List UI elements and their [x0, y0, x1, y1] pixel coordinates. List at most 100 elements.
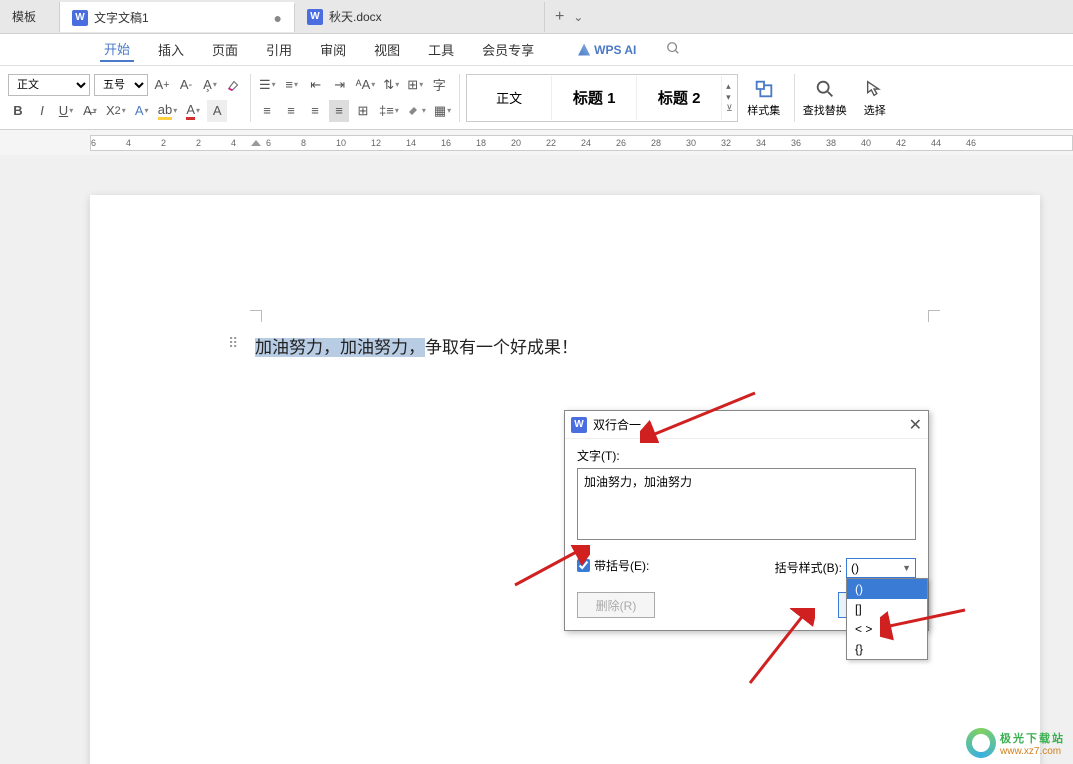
ruler-tick: 32 — [721, 138, 731, 148]
line-spacing-button[interactable]: ⊞▾ — [405, 74, 425, 96]
word-icon: W — [72, 10, 88, 26]
ruler-tick: 28 — [651, 138, 661, 148]
close-button[interactable]: ✕ — [909, 415, 922, 435]
ruler-tick: 4 — [231, 138, 236, 148]
style-heading2[interactable]: 标题 2 — [637, 76, 722, 120]
menu-start[interactable]: 开始 — [100, 37, 134, 62]
paragraph-handle-icon[interactable]: ⠿ — [228, 335, 238, 352]
style-body[interactable]: 正文 — [467, 76, 552, 120]
font-family-select[interactable]: 正文 — [8, 74, 90, 96]
ruler-tick: 4 — [126, 138, 131, 148]
bracket-check-text: 带括号(E): — [594, 557, 649, 574]
styles-label: 样式集 — [747, 102, 780, 118]
align-justify-button[interactable]: ≡ — [329, 100, 349, 122]
find-replace-button[interactable]: 查找替换 — [801, 78, 849, 118]
divider — [459, 74, 460, 122]
bracket-checkbox[interactable] — [577, 559, 590, 572]
font-size-select[interactable]: 五号 — [94, 74, 148, 96]
ribbon-menu: 开始 插入 页面 引用 审阅 视图 工具 会员专享 WPS AI — [0, 34, 1073, 66]
dropdown-option[interactable]: < > — [847, 619, 927, 639]
ruler-tick: 2 — [196, 138, 201, 148]
menu-review[interactable]: 审阅 — [316, 38, 350, 61]
align-center-button[interactable]: ≡ — [281, 100, 301, 122]
search-icon[interactable] — [666, 41, 680, 58]
ruler-tick: 46 — [966, 138, 976, 148]
divider — [794, 74, 795, 122]
shrink-font-button[interactable]: A- — [176, 74, 196, 96]
superscript-button[interactable]: X2▾ — [104, 100, 128, 122]
tab-template[interactable]: 模板 — [0, 2, 60, 32]
select-button[interactable]: 选择 — [851, 78, 899, 118]
tab-dirty-icon: ● — [264, 10, 282, 26]
menu-insert[interactable]: 插入 — [154, 38, 188, 61]
plain-text: 争取有一个好成果！ — [425, 338, 578, 357]
bracket-style-select[interactable]: () ▼ — [846, 558, 916, 578]
delete-button[interactable]: 删除(R) — [577, 592, 655, 618]
distribute-button[interactable]: ⊞ — [353, 100, 373, 122]
toolbar: 正文 五号 A+ A- A̧▾ B I U▾ A̶▾ X2▾ A▾ ab▾ A▾… — [0, 66, 1073, 130]
menu-reference[interactable]: 引用 — [262, 38, 296, 61]
underline-button[interactable]: U▾ — [56, 100, 76, 122]
sort-button[interactable]: ⇅▾ — [381, 74, 401, 96]
ruler-tick: 6 — [266, 138, 271, 148]
styles-dropdown-button[interactable]: 样式集 — [740, 78, 788, 118]
tab-doc1[interactable]: W 文字文稿1 ● — [60, 2, 295, 32]
text-direction-button[interactable]: ᴬA▾ — [354, 74, 378, 96]
para-spacing-button[interactable]: ‡≡▾ — [377, 100, 401, 122]
italic-button[interactable]: I — [32, 100, 52, 122]
font-effect-button[interactable]: A▾ — [132, 100, 152, 122]
bold-button[interactable]: B — [8, 100, 28, 122]
indent-button[interactable]: ⇥ — [330, 74, 350, 96]
ruler-tick: 44 — [931, 138, 941, 148]
bullets-button[interactable]: ☰▾ — [257, 74, 278, 96]
menu-member[interactable]: 会员专享 — [478, 38, 538, 61]
ruler-tick: 10 — [336, 138, 346, 148]
text-label: 文字(T): — [577, 447, 916, 464]
shading-button[interactable]: ▾ — [405, 100, 428, 122]
selected-text: 加油努力，加油努力， — [255, 338, 425, 357]
dialog-title-text: 双行合一 — [593, 416, 641, 433]
menu-page[interactable]: 页面 — [208, 38, 242, 61]
style-expand-icon[interactable]: ⊻ — [726, 103, 733, 114]
text-input[interactable] — [577, 468, 916, 540]
ruler-area: 6422468101214161820222426283032343638404… — [0, 130, 1073, 155]
highlight-button[interactable]: ab▾ — [156, 100, 179, 122]
align-left-button[interactable]: ≡ — [257, 100, 277, 122]
tab-label: 文字文稿1 — [94, 9, 149, 26]
style-heading1[interactable]: 标题 1 — [552, 76, 637, 120]
strike-button[interactable]: A̶▾ — [80, 100, 100, 122]
ruler[interactable]: 6422468101214161820222426283032343638404… — [90, 135, 1073, 151]
align-right-button[interactable]: ≡ — [305, 100, 325, 122]
ruler-tick: 40 — [861, 138, 871, 148]
menu-view[interactable]: 视图 — [370, 38, 404, 61]
style-down-icon[interactable]: ▾ — [726, 92, 733, 103]
watermark: 极光下载站 www.xz7.com — [966, 728, 1065, 758]
wps-ai-button[interactable]: WPS AI — [578, 43, 636, 57]
char-shading-button[interactable]: A — [207, 100, 227, 122]
bracket-dropdown-list: () [] < > {} — [846, 578, 928, 660]
change-case-button[interactable]: A̧▾ — [200, 74, 220, 96]
bracket-checkbox-label[interactable]: 带括号(E): — [577, 557, 649, 574]
dropdown-option[interactable]: () — [847, 579, 927, 599]
tab-label: 模板 — [12, 8, 36, 25]
font-color-button[interactable]: A▾ — [183, 100, 203, 122]
dialog-titlebar[interactable]: W 双行合一 ✕ — [565, 411, 928, 439]
ruler-tick: 6 — [91, 138, 96, 148]
dropdown-option[interactable]: [] — [847, 599, 927, 619]
grow-font-button[interactable]: A+ — [152, 74, 172, 96]
borders-button[interactable]: ▦▾ — [432, 100, 453, 122]
numbering-button[interactable]: ≡▾ — [282, 74, 302, 96]
body-text[interactable]: 加油努力，加油努力，争取有一个好成果！ — [255, 333, 578, 358]
tab-doc2[interactable]: W 秋天.docx — [295, 2, 545, 32]
menu-tools[interactable]: 工具 — [424, 38, 458, 61]
style-up-icon[interactable]: ▴ — [726, 81, 733, 92]
outdent-button[interactable]: ⇤ — [306, 74, 326, 96]
pinyin-guide-button[interactable]: 字 — [429, 74, 449, 96]
ruler-tick: 34 — [756, 138, 766, 148]
indent-marker-icon[interactable] — [251, 133, 261, 143]
word-icon: W — [307, 9, 323, 25]
dropdown-option[interactable]: {} — [847, 639, 927, 659]
new-tab-button[interactable]: + ⌄ — [545, 8, 593, 26]
clear-format-button[interactable] — [224, 74, 244, 96]
tab-label: 秋天.docx — [329, 8, 382, 25]
